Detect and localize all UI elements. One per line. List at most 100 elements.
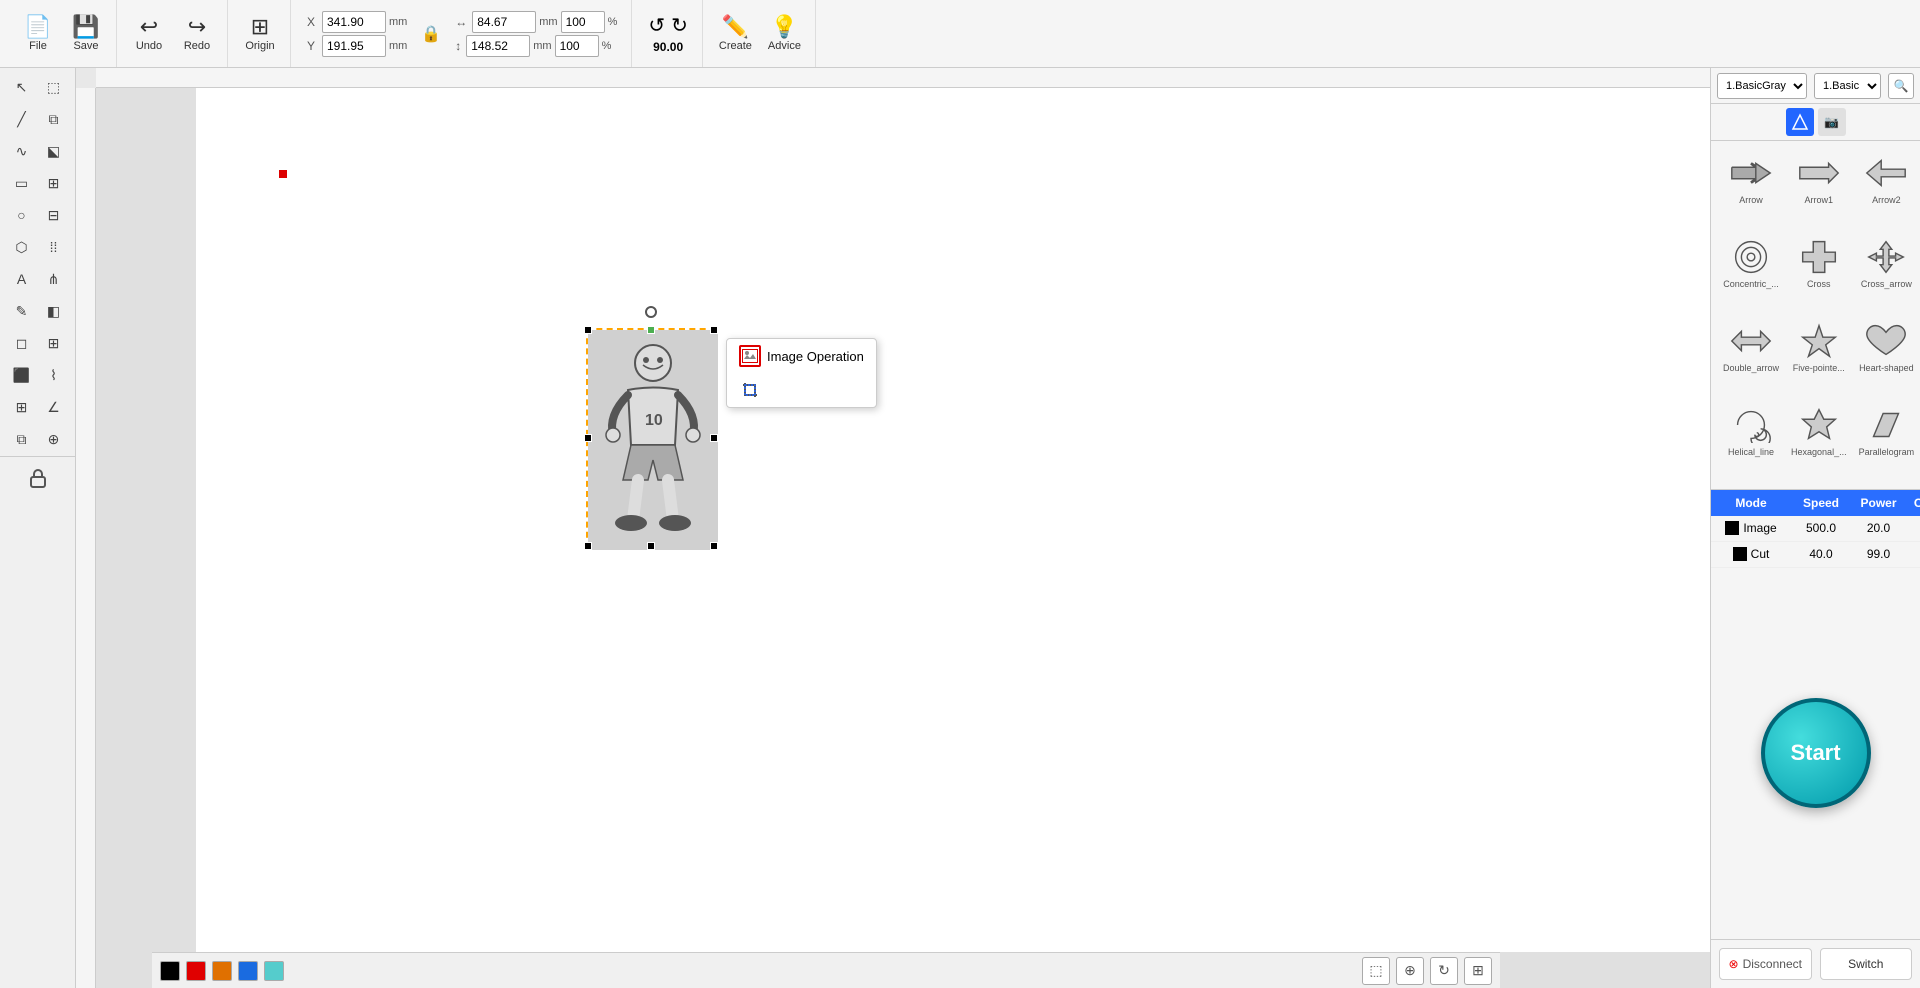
hatch-tool[interactable]: ⊞ bbox=[39, 328, 69, 358]
disconnect-button[interactable]: ⊗ Disconnect bbox=[1719, 948, 1812, 980]
shape-category-select[interactable]: 1.BasicGray bbox=[1717, 73, 1807, 99]
header-speed: Speed bbox=[1791, 490, 1851, 516]
color-blue[interactable] bbox=[238, 961, 258, 981]
color-black[interactable] bbox=[160, 961, 180, 981]
color-orange[interactable] bbox=[212, 961, 232, 981]
shape-arrow2[interactable]: Arrow2 bbox=[1855, 149, 1919, 229]
shape-search-button[interactable]: 🔍 bbox=[1888, 73, 1914, 99]
shape-heart[interactable]: Heart-shaped bbox=[1855, 317, 1919, 397]
edit-tool[interactable]: ✎ bbox=[7, 296, 37, 326]
camera-tool[interactable]: ⊕ bbox=[39, 424, 69, 454]
rotate-value: 90.00 bbox=[653, 40, 683, 54]
shape-arrow1[interactable]: Arrow1 bbox=[1787, 149, 1851, 229]
shape-parallelogram-label: Parallelogram bbox=[1859, 447, 1915, 457]
save-button[interactable]: 💾 Save bbox=[64, 12, 108, 56]
polygon-tool[interactable]: ⬡ bbox=[7, 232, 37, 262]
layer-row-cut[interactable]: Cut 40.0 99.0 👁 bbox=[1711, 542, 1920, 568]
layer-row-image[interactable]: Image 500.0 20.0 👁 bbox=[1711, 516, 1920, 542]
selected-image[interactable]: 10 bbox=[586, 328, 716, 548]
trace-tool-btn[interactable]: ⊕ bbox=[1396, 957, 1424, 985]
handle-bottom-right[interactable] bbox=[710, 542, 718, 550]
create-button[interactable]: ✏️ Create bbox=[713, 12, 758, 56]
canvas-page[interactable] bbox=[196, 88, 1710, 952]
rotate-left-icon[interactable]: ↺ bbox=[648, 13, 665, 38]
y-input[interactable] bbox=[322, 35, 386, 57]
grid-icon: ⊞ bbox=[251, 16, 269, 38]
color-red[interactable] bbox=[186, 961, 206, 981]
shape-type-select[interactable]: 1.Basic bbox=[1814, 73, 1881, 99]
table-btn[interactable]: ⊞ bbox=[1464, 957, 1492, 985]
shape-five-star[interactable]: Five-pointe... bbox=[1787, 317, 1851, 397]
measure-tool[interactable]: ⌇ bbox=[39, 360, 69, 390]
width-pct-input[interactable] bbox=[561, 11, 605, 33]
layer-output-cut[interactable]: 👁 bbox=[1906, 542, 1920, 567]
redo-button[interactable]: ↪ Redo bbox=[175, 12, 219, 56]
lock-icon[interactable]: 🔒 bbox=[421, 24, 441, 44]
shape-cross-arrow[interactable]: Cross_arrow bbox=[1855, 233, 1919, 313]
handle-top-mid[interactable] bbox=[647, 326, 655, 334]
height-pct-input[interactable] bbox=[555, 35, 599, 57]
handle-mid-left[interactable] bbox=[584, 434, 592, 442]
fill-tool[interactable]: ⬛ bbox=[7, 360, 37, 390]
layer-output-image[interactable]: 👁 bbox=[1906, 516, 1920, 541]
dots-tool[interactable]: ⁞⁞ bbox=[39, 232, 69, 262]
shape-concentric[interactable]: Concentric_... bbox=[1719, 233, 1783, 313]
rotate-right-icon[interactable]: ↻ bbox=[671, 13, 688, 38]
shape-double-arrow[interactable]: Double_arrow bbox=[1719, 317, 1783, 397]
width-input[interactable] bbox=[472, 11, 536, 33]
crop-menu-item[interactable] bbox=[727, 373, 876, 407]
advice-button[interactable]: 💡 Advice bbox=[762, 12, 807, 56]
pen-tool[interactable]: ╱ bbox=[7, 104, 37, 134]
layer-tool[interactable]: ⬕ bbox=[39, 136, 69, 166]
x-input[interactable] bbox=[322, 11, 386, 33]
start-button[interactable]: Start bbox=[1761, 698, 1871, 808]
copy-tool[interactable]: ⧉ bbox=[39, 104, 69, 134]
handle-top-right[interactable] bbox=[710, 326, 718, 334]
canvas-area[interactable]: // ticks drawn via JS below bbox=[76, 68, 1710, 988]
angle-tool[interactable]: ∠ bbox=[39, 392, 69, 422]
file-button[interactable]: 📄 File bbox=[16, 12, 60, 56]
image-operation-icon bbox=[739, 345, 761, 367]
color-cyan[interactable] bbox=[264, 961, 284, 981]
canvas-content[interactable]: 10 bbox=[96, 88, 1710, 988]
handle-bottom-left[interactable] bbox=[584, 542, 592, 550]
text-tool[interactable]: A bbox=[7, 264, 37, 294]
ellipse-tool[interactable]: ○ bbox=[7, 200, 37, 230]
lock-button[interactable] bbox=[6, 463, 70, 493]
node-tool[interactable]: ⬚ bbox=[39, 72, 69, 102]
select-tool[interactable]: ↖ bbox=[7, 72, 37, 102]
right-panel-camera-tab[interactable]: 📷 bbox=[1818, 108, 1846, 136]
redo-icon: ↪ bbox=[188, 16, 206, 38]
handle-bottom-mid[interactable] bbox=[647, 542, 655, 550]
curve-tool[interactable]: ∿ bbox=[7, 136, 37, 166]
undo-button[interactable]: ↩ Undo bbox=[127, 12, 171, 56]
handle-mid-right[interactable] bbox=[710, 434, 718, 442]
reload-btn[interactable]: ↻ bbox=[1430, 957, 1458, 985]
shape-cross[interactable]: Cross bbox=[1787, 233, 1851, 313]
frame-tool-btn[interactable]: ⬚ bbox=[1362, 957, 1390, 985]
layer-mgr-tool[interactable]: ⧉ bbox=[7, 424, 37, 454]
shape-hexagon-star-label: Hexagonal_... bbox=[1791, 447, 1847, 457]
rect-tool[interactable]: ▭ bbox=[7, 168, 37, 198]
shape-helical[interactable]: Helical_line bbox=[1719, 401, 1783, 481]
grid-tool[interactable]: ⊞ bbox=[39, 168, 69, 198]
grid-button[interactable]: ⊞ Origin bbox=[238, 12, 282, 56]
shape-hexagon-star[interactable]: Hexagonal_... bbox=[1787, 401, 1851, 481]
split-tool[interactable]: ⋔ bbox=[39, 264, 69, 294]
shape-parallelogram[interactable]: Parallelogram bbox=[1855, 401, 1919, 481]
rotate-handle[interactable] bbox=[645, 306, 657, 318]
switch-button[interactable]: Switch bbox=[1820, 948, 1913, 980]
disconnect-row: ⊗ Disconnect Switch bbox=[1711, 939, 1920, 988]
align-tool[interactable]: ⊟ bbox=[39, 200, 69, 230]
layer-mode-cut: Cut bbox=[1711, 543, 1791, 565]
height-input[interactable] bbox=[466, 35, 530, 57]
right-panel-shapes-tab[interactable] bbox=[1786, 108, 1814, 136]
image-operation-menu-item[interactable]: Image Operation bbox=[727, 339, 876, 373]
layer-color-image bbox=[1725, 521, 1739, 535]
layer-power-cut: 99.0 bbox=[1851, 543, 1906, 565]
erase-tool[interactable]: ◻ bbox=[7, 328, 37, 358]
eraser-tool[interactable]: ◧ bbox=[39, 296, 69, 326]
table-tool[interactable]: ⊞ bbox=[7, 392, 37, 422]
handle-top-left[interactable] bbox=[584, 326, 592, 334]
shape-arrow[interactable]: Arrow bbox=[1719, 149, 1783, 229]
